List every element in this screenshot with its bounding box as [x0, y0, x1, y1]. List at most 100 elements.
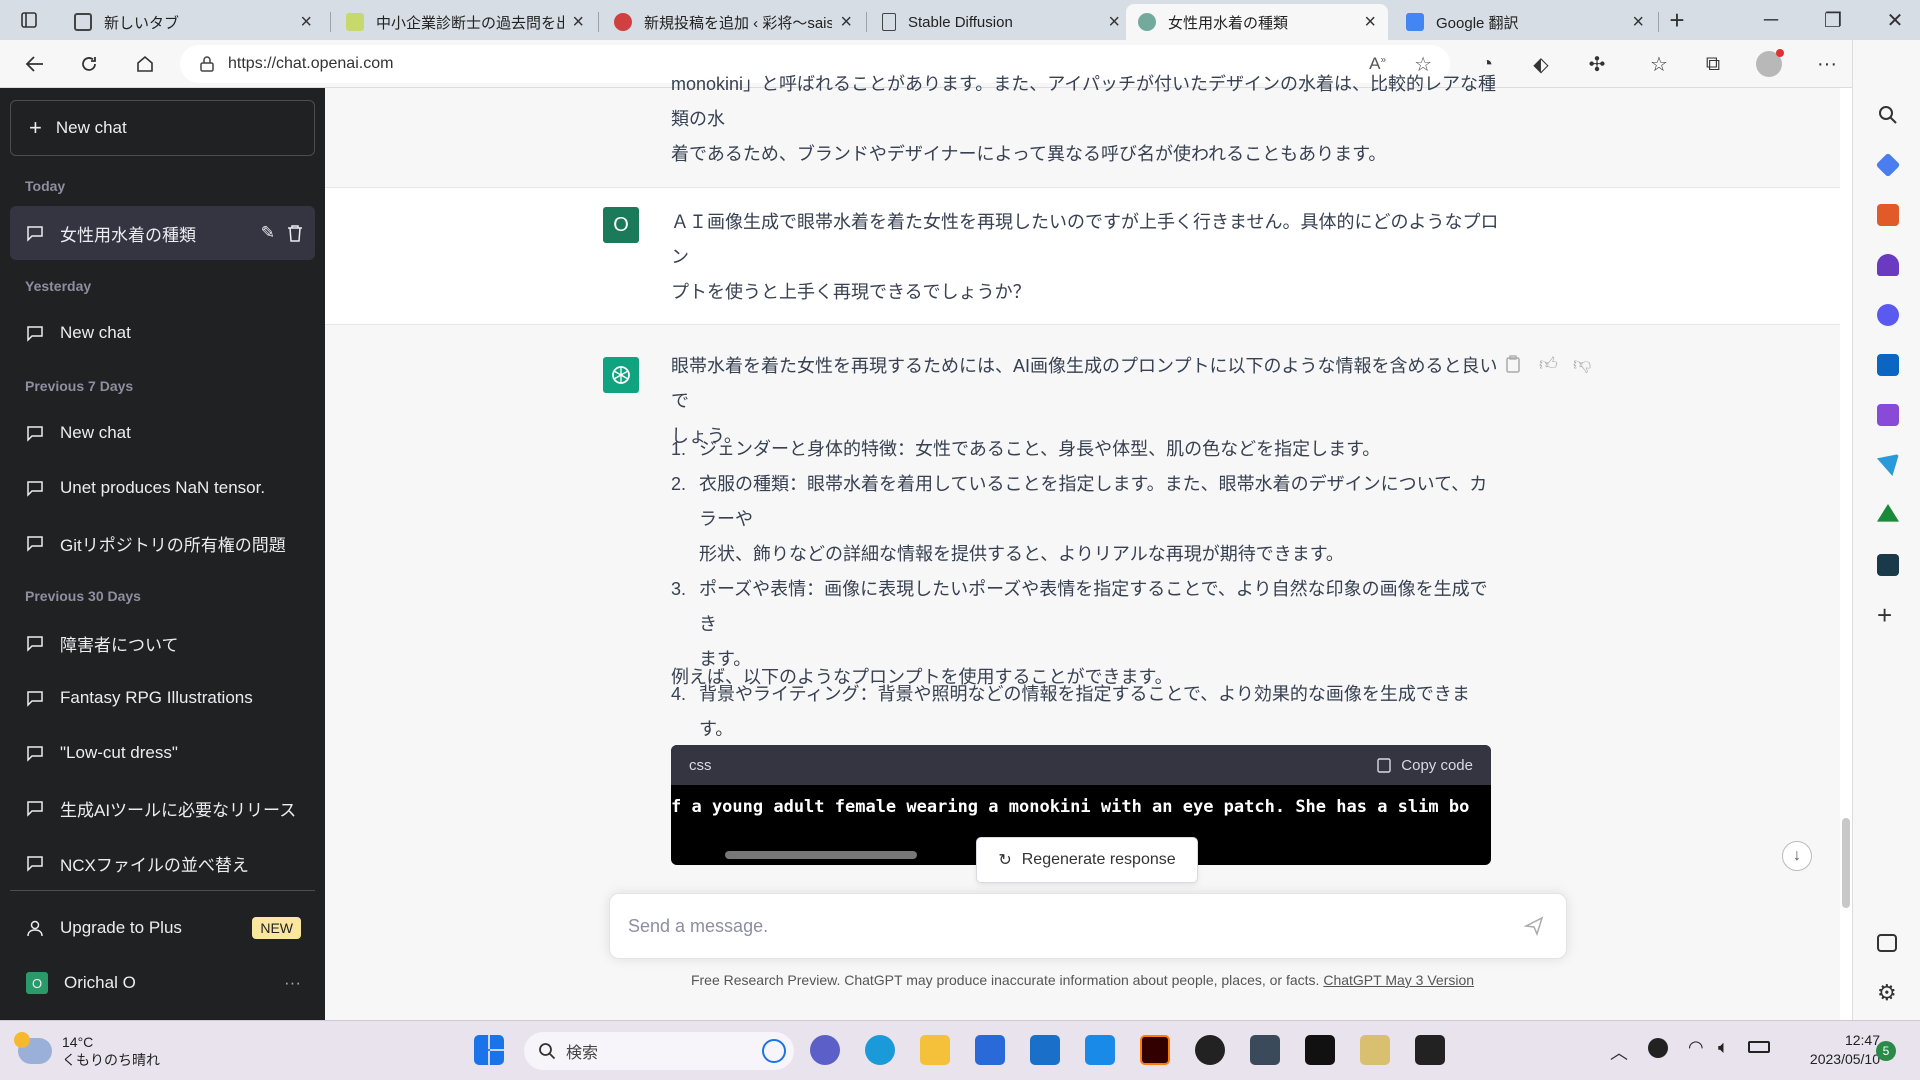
more-options-icon[interactable]: ···: [284, 973, 301, 993]
microsoft-365-icon[interactable]: [1877, 304, 1899, 326]
browser-tab-5-active[interactable]: 女性用水着の種類 ×: [1126, 4, 1388, 40]
file-explorer-icon[interactable]: [920, 1035, 950, 1065]
edge-browser-icon[interactable]: [865, 1035, 895, 1065]
battery-icon[interactable]: [1748, 1041, 1770, 1053]
tray-app-icon[interactable]: [1648, 1038, 1668, 1058]
refresh-icon[interactable]: [72, 48, 106, 80]
regenerate-response-button[interactable]: ↻ Regenerate response: [976, 837, 1198, 883]
teams-icon[interactable]: [810, 1035, 840, 1065]
chat-item[interactable]: 障害者について: [10, 616, 315, 670]
windows-start-icon[interactable]: [474, 1035, 504, 1065]
chat-item[interactable]: Unet produces NaN tensor.: [10, 461, 315, 515]
search-icon[interactable]: [1877, 104, 1899, 126]
film-icon[interactable]: [1305, 1035, 1335, 1065]
close-tab-icon[interactable]: ×: [572, 11, 584, 34]
upgrade-to-plus-button[interactable]: Upgrade to Plus NEW: [10, 901, 315, 955]
terminal-icon[interactable]: [1415, 1035, 1445, 1065]
illustrator-icon[interactable]: [1140, 1035, 1170, 1065]
back-arrow-icon[interactable]: [18, 48, 52, 80]
lock-icon: [200, 56, 214, 72]
bing-icon: [762, 1039, 786, 1063]
app-icon[interactable]: [1250, 1035, 1280, 1065]
browser-tab-3[interactable]: 新規投稿を追加 ‹ 彩将〜sais ×: [602, 4, 864, 40]
scroll-down-button[interactable]: ↓: [1782, 841, 1812, 871]
footer-disclaimer: Free Research Preview. ChatGPT may produ…: [690, 972, 1475, 988]
thumbs-up-icon[interactable]: 👍︎: [1539, 353, 1558, 375]
document-icon: [882, 13, 896, 31]
notes-icon[interactable]: [1360, 1035, 1390, 1065]
copy-icon[interactable]: [1505, 355, 1521, 373]
chat-item[interactable]: Fantasy RPG Illustrations: [10, 671, 315, 725]
extensions-icon[interactable]: ✣: [1580, 48, 1614, 80]
tray-chevron-icon[interactable]: ︿: [1610, 1039, 1628, 1065]
tree-icon[interactable]: [1877, 504, 1899, 522]
obs-icon[interactable]: [1195, 1035, 1225, 1065]
vertical-scrollbar[interactable]: [1842, 818, 1850, 908]
message-text: ＡＩ画像生成で眼帯水着を着た女性を再現したいのですが上手く行きません。具体的にど…: [671, 212, 1499, 302]
store-icon[interactable]: [975, 1035, 1005, 1065]
horizontal-scrollbar[interactable]: [725, 851, 917, 859]
version-link[interactable]: ChatGPT May 3 Version: [1323, 972, 1474, 988]
outlook-icon[interactable]: [1877, 354, 1899, 376]
new-chat-button[interactable]: + New chat: [10, 100, 315, 156]
taskbar-search-box[interactable]: 検索: [524, 1032, 794, 1070]
clock[interactable]: 12:47 2023/05/10: [1782, 1031, 1880, 1069]
designer-icon[interactable]: [1877, 404, 1899, 426]
edit-icon[interactable]: ✎: [261, 223, 275, 243]
close-window-icon[interactable]: ✕: [1878, 4, 1912, 36]
shopping-icon[interactable]: [1875, 152, 1901, 178]
chat-bubble-icon: [27, 426, 43, 442]
thumbs-down-icon[interactable]: 👎︎: [1573, 353, 1591, 375]
restore-window-icon[interactable]: ❐: [1816, 4, 1850, 36]
l-app-icon[interactable]: [1085, 1035, 1115, 1065]
profile-avatar-icon[interactable]: [1752, 48, 1786, 80]
close-tab-icon[interactable]: ×: [1364, 11, 1376, 34]
home-icon[interactable]: [128, 48, 162, 80]
chat-item[interactable]: New chat: [10, 406, 315, 460]
browser-tab-1[interactable]: 新しいタブ ×: [62, 4, 324, 40]
close-tab-icon[interactable]: ×: [840, 11, 852, 34]
send-icon[interactable]: [1524, 916, 1544, 936]
notification-badge[interactable]: 5: [1876, 1041, 1896, 1061]
collections-icon[interactable]: ⧉: [1696, 48, 1730, 80]
chat-item[interactable]: 生成AIツールに必要なリリース: [10, 781, 315, 835]
send-icon[interactable]: [1877, 454, 1899, 476]
message-input[interactable]: Send a message.: [609, 893, 1567, 959]
chat-item-active[interactable]: 女性用水着の種類 ✎: [10, 206, 315, 260]
volume-icon[interactable]: 🔈︎: [1718, 1037, 1729, 1058]
browser-tab-6[interactable]: Google 翻訳 ×: [1394, 4, 1656, 40]
coupon-icon[interactable]: ⬖: [1524, 48, 1558, 80]
wifi-icon[interactable]: ◠: [1688, 1037, 1704, 1058]
games-icon[interactable]: [1877, 254, 1899, 276]
favorites-icon[interactable]: ☆: [1642, 48, 1676, 80]
sidebar-toggle-icon[interactable]: [1877, 934, 1897, 952]
add-icon[interactable]: +: [1877, 602, 1899, 628]
group-label-yesterday: Yesterday: [25, 278, 92, 294]
weather-widget[interactable]: 14°C くもりのち晴れ: [14, 1032, 160, 1069]
input-placeholder: Send a message.: [628, 915, 769, 936]
tab-favicon: [74, 13, 92, 31]
user-menu-button[interactable]: O Orichal O ···: [10, 956, 315, 1010]
settings-more-icon[interactable]: ···: [1810, 48, 1844, 80]
chat-item[interactable]: New chat: [10, 306, 315, 360]
new-tab-button[interactable]: +: [1660, 4, 1694, 36]
chat-item[interactable]: Gitリポジトリの所有権の問題: [10, 516, 315, 570]
chat-item[interactable]: NCXファイルの並べ替え: [10, 836, 315, 890]
tools-icon[interactable]: [1877, 204, 1899, 226]
close-tab-icon[interactable]: ×: [1108, 11, 1120, 34]
chat-main: monokini」と呼ばれることがあります。また、アイパッチが付いたデザインの水…: [325, 74, 1852, 1020]
minimize-window-icon[interactable]: ─: [1754, 4, 1788, 36]
search-icon: [538, 1042, 556, 1060]
browser-tab-4[interactable]: Stable Diffusion ×: [870, 4, 1132, 40]
mail-icon[interactable]: [1030, 1035, 1060, 1065]
browser-tab-2[interactable]: 中小企業診断士の過去問を出 ×: [334, 4, 596, 40]
copy-code-button[interactable]: Copy code: [1377, 757, 1473, 774]
tab-actions-icon[interactable]: [12, 4, 46, 36]
close-tab-icon[interactable]: ×: [1632, 11, 1644, 34]
trash-icon[interactable]: [287, 224, 303, 242]
chat-item[interactable]: "Low-cut dress": [10, 726, 315, 780]
app-icon[interactable]: [1877, 554, 1899, 576]
gear-icon[interactable]: ⚙: [1877, 982, 1899, 1004]
close-tab-icon[interactable]: ×: [300, 11, 312, 34]
list-item: 2. 衣服の種類：眼帯水着を着用していることを指定します。また、眼帯水着のデザイン…: [671, 474, 1488, 564]
